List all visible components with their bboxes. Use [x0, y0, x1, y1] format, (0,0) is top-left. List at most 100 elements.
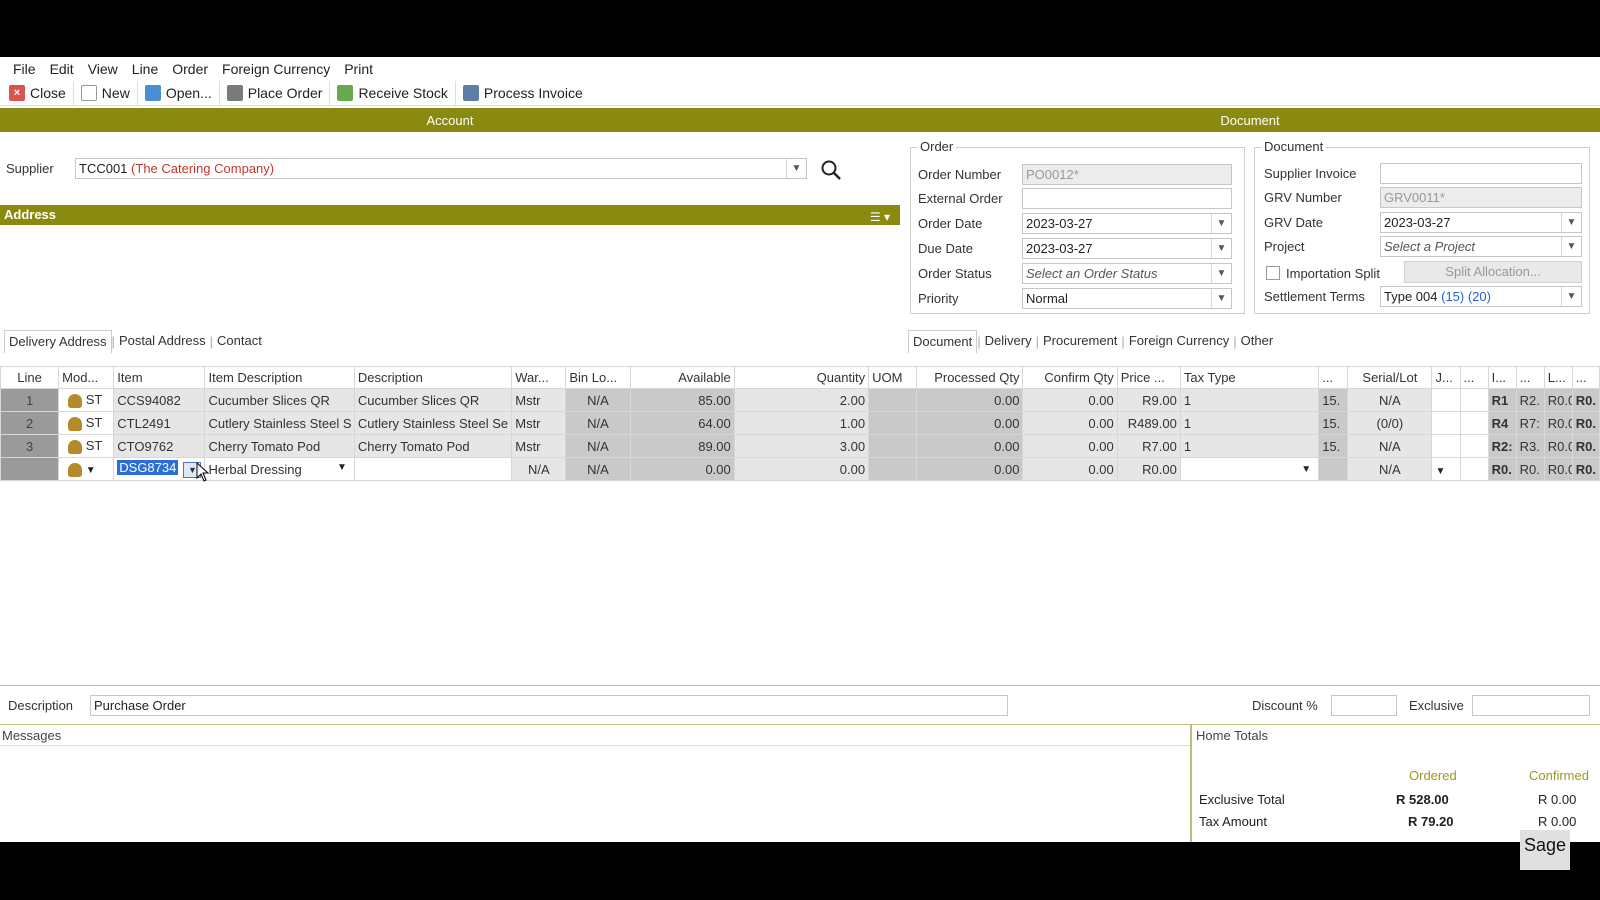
table-row[interactable]: 2 ST CTL2491 Cutlery Stainless Steel S C…	[0, 411, 1600, 435]
menu-order[interactable]: Order	[165, 57, 215, 81]
chevron-down-icon[interactable]: ▼	[1561, 237, 1581, 256]
tab-other[interactable]: Other	[1237, 330, 1278, 352]
col-extra-1[interactable]: ...	[1459, 366, 1489, 389]
order-status-select[interactable]: Select an Order Status ▼	[1022, 263, 1232, 284]
split-allocation-button[interactable]: Split Allocation...	[1404, 261, 1582, 283]
price-cell[interactable]: R7.00	[1116, 434, 1181, 458]
serial-lot-cell[interactable]: N/A	[1347, 388, 1433, 412]
item-description-cell[interactable]: Cherry Tomato Pod	[204, 434, 355, 458]
tab-procurement[interactable]: Procurement	[1039, 330, 1121, 352]
chevron-down-icon[interactable]: ▼	[1435, 466, 1445, 477]
menu-edit[interactable]: Edit	[43, 57, 81, 81]
warehouse-cell[interactable]: Mstr	[511, 388, 567, 412]
tax-type-cell[interactable]: 1	[1179, 411, 1320, 435]
edit-row[interactable]: ▼ DSG8734 ▼ Herbal Dressing ▼ N/A N/A 0.00…	[0, 457, 1600, 481]
item-cell[interactable]: CTO9762	[113, 434, 206, 458]
hamburger-menu-icon[interactable]: ☰ ▾	[870, 207, 890, 227]
priority-select[interactable]: Normal ▼	[1022, 288, 1232, 309]
description-cell[interactable]: Cherry Tomato Pod	[353, 434, 513, 458]
col-item-description[interactable]: Item Description	[204, 366, 355, 389]
search-icon[interactable]	[820, 159, 842, 181]
col-quantity[interactable]: Quantity	[733, 366, 870, 389]
quantity-cell[interactable]: 3.00	[733, 434, 870, 458]
exclusive-input[interactable]	[1472, 695, 1590, 716]
external-order-field[interactable]	[1022, 188, 1232, 209]
importation-split-checkbox[interactable]	[1266, 266, 1280, 280]
chevron-down-icon[interactable]: ▼	[337, 462, 347, 473]
description-cell[interactable]: Cutlery Stainless Steel Se	[353, 411, 513, 435]
menu-line[interactable]: Line	[125, 57, 165, 81]
receive-stock-button[interactable]: Receive Stock	[330, 80, 456, 106]
serial-lot-cell[interactable]: N/A	[1347, 457, 1433, 481]
price-cell[interactable]: R489.00	[1116, 411, 1181, 435]
settlement-terms-select[interactable]: Type 004 (15) (20) ▼	[1380, 286, 1582, 307]
confirm-qty-cell[interactable]: 0.00	[1022, 388, 1118, 412]
col-serial-lot[interactable]: Serial/Lot	[1347, 366, 1433, 389]
supplier-invoice-field[interactable]	[1380, 163, 1582, 184]
col-tax-rate[interactable]: ...	[1318, 366, 1349, 389]
tab-contact[interactable]: Contact	[213, 330, 266, 352]
table-row[interactable]: 3 ST CTO9762 Cherry Tomato Pod Cherry To…	[0, 434, 1600, 458]
item-description-cell[interactable]: Cutlery Stainless Steel S	[204, 411, 355, 435]
menu-view[interactable]: View	[81, 57, 125, 81]
tab-delivery[interactable]: Delivery	[981, 330, 1036, 352]
item-cell[interactable]: CCS94082	[113, 388, 206, 412]
job-cell[interactable]	[1431, 388, 1461, 412]
item-cell[interactable]: CTL2491	[113, 411, 206, 435]
chevron-down-icon[interactable]: ▼	[1561, 287, 1581, 306]
chevron-down-icon[interactable]: ▼	[1211, 239, 1231, 258]
description-input[interactable]: Purchase Order	[90, 695, 1008, 716]
warehouse-cell[interactable]: Mstr	[511, 411, 567, 435]
col-extra-3[interactable]: ...	[1571, 366, 1600, 389]
job-cell[interactable]	[1431, 434, 1461, 458]
chevron-down-icon[interactable]: ▼	[1561, 213, 1581, 232]
col-price[interactable]: Price ...	[1116, 366, 1181, 389]
chevron-down-icon[interactable]: ▼	[1211, 214, 1231, 233]
place-order-button[interactable]: Place Order	[220, 80, 331, 106]
item-input[interactable]: DSG8734 ▼	[113, 457, 206, 481]
due-date-field[interactable]: 2023-03-27 ▼	[1022, 238, 1232, 259]
job-cell[interactable]	[1431, 411, 1461, 435]
item-description-input[interactable]: Herbal Dressing ▼	[204, 457, 355, 481]
warehouse-cell[interactable]: N/A	[511, 457, 567, 481]
close-button[interactable]: × Close	[2, 80, 74, 106]
chevron-down-icon[interactable]: ▼	[1301, 464, 1311, 475]
col-item[interactable]: Item	[113, 366, 206, 389]
col-job[interactable]: J...	[1431, 366, 1461, 389]
serial-lot-cell[interactable]: (0/0)	[1347, 411, 1433, 435]
price-cell[interactable]: R0.00	[1116, 457, 1181, 481]
quantity-cell[interactable]: 0.00	[733, 457, 870, 481]
col-bin-location[interactable]: Bin Lo...	[565, 366, 631, 389]
quantity-cell[interactable]: 2.00	[733, 388, 870, 412]
col-line[interactable]: Line	[0, 366, 60, 389]
serial-lot-cell[interactable]: N/A	[1347, 434, 1433, 458]
price-cell[interactable]: R9.00	[1116, 388, 1181, 412]
chevron-down-icon[interactable]: ▼	[86, 465, 96, 476]
chevron-down-icon[interactable]: ▼	[1211, 264, 1231, 283]
tab-foreign-currency[interactable]: Foreign Currency	[1125, 330, 1233, 352]
col-uom[interactable]: UOM	[868, 366, 918, 389]
col-tax-type[interactable]: Tax Type	[1179, 366, 1320, 389]
supplier-field[interactable]: TCC001 (The Catering Company) ▼	[75, 158, 807, 179]
warehouse-cell[interactable]: Mstr	[511, 434, 567, 458]
job-cell[interactable]: ▼	[1431, 457, 1461, 481]
tab-document[interactable]: Document	[908, 329, 978, 353]
module-cell[interactable]: ▼	[58, 457, 115, 481]
description-cell[interactable]: Cucumber Slices QR	[353, 388, 513, 412]
tab-delivery-address[interactable]: Delivery Address	[4, 329, 112, 353]
menu-file[interactable]: File	[6, 57, 43, 81]
grv-number-field[interactable]: GRV0011*	[1380, 187, 1582, 208]
col-available[interactable]: Available	[629, 366, 735, 389]
item-description-cell[interactable]: Cucumber Slices QR	[204, 388, 355, 412]
col-processed-qty[interactable]: Processed Qty	[916, 366, 1024, 389]
description-cell[interactable]	[353, 457, 513, 481]
tax-type-cell[interactable]: 1	[1179, 434, 1320, 458]
chevron-down-icon[interactable]: ▼	[1211, 289, 1231, 308]
new-button[interactable]: New	[74, 80, 138, 106]
order-number-field[interactable]: PO0012*	[1022, 164, 1232, 185]
chevron-down-icon[interactable]: ▼	[786, 159, 806, 178]
discount-input[interactable]	[1331, 695, 1397, 716]
open-button[interactable]: Open...	[138, 80, 220, 106]
confirm-qty-cell[interactable]: 0.00	[1022, 411, 1118, 435]
confirm-qty-cell[interactable]: 0.00	[1022, 457, 1118, 481]
